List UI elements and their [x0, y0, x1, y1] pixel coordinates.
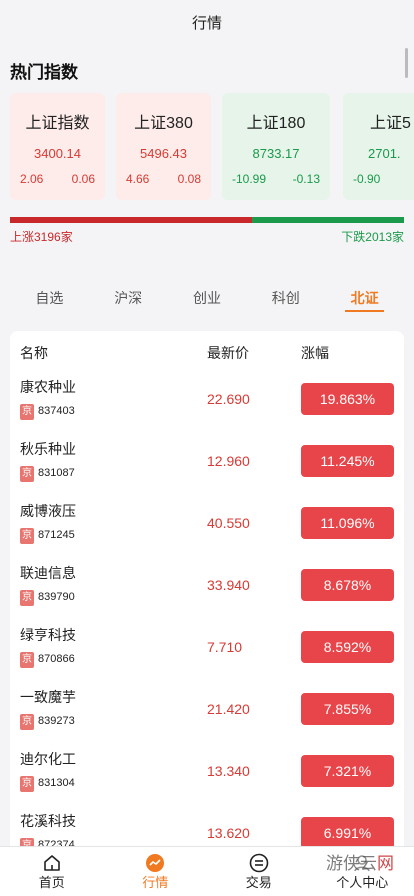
index-name: 上证380 [134, 115, 193, 132]
stock-price: 7.710 [207, 639, 243, 655]
index-change: 4.66 [126, 172, 150, 186]
stock-code: 870866 [38, 653, 75, 665]
nav-home[interactable]: 首页 [0, 847, 104, 896]
stock-code: 837403 [38, 405, 75, 417]
nav-market[interactable]: 行情 [104, 847, 208, 896]
header-price: 最新价 [207, 345, 249, 361]
home-icon [43, 855, 60, 871]
change-percent-badge: 7.855% [301, 693, 394, 725]
trade-icon [249, 853, 269, 873]
exchange-badge: 京 [20, 404, 34, 420]
stock-code: 871245 [38, 529, 75, 541]
table-row[interactable]: 迪尔化工 京 831304 13.340 7.321% [10, 743, 404, 805]
index-change: 2.06 [20, 172, 44, 186]
index-card[interactable]: 上证指数 3400.14 2.06 0.06 [10, 93, 105, 200]
index-card-carousel[interactable]: 上证指数 3400.14 2.06 0.06 上证380 5496.43 4.6… [10, 93, 414, 203]
index-change-percent: 0.06 [71, 172, 95, 186]
index-name: 上证180 [246, 115, 306, 132]
stock-name: 花溪科技 [20, 813, 76, 829]
index-change: -10.99 [232, 172, 267, 186]
change-percent-badge: 6.991% [301, 817, 394, 849]
tab-shanghai-shenzhen[interactable]: 沪深 [89, 284, 168, 316]
table-row[interactable]: 联迪信息 京 839790 33.940 8.678% [10, 557, 404, 619]
table-row[interactable]: 威博液压 京 871245 40.550 11.096% [10, 495, 404, 557]
header-name: 名称 [20, 345, 48, 361]
table-row[interactable]: 康农种业 京 837403 22.690 19.863% [10, 371, 404, 433]
change-percent-badge: 8.678% [301, 569, 394, 601]
stock-code: 839273 [38, 715, 75, 727]
stock-code: 839790 [38, 591, 75, 603]
stock-price: 13.340 [207, 763, 250, 779]
exchange-badge: 京 [20, 652, 34, 668]
hot-index-title: 热门指数 [10, 63, 78, 82]
stock-name: 秋乐种业 [20, 441, 76, 457]
change-percent-badge: 11.096% [301, 507, 394, 539]
stock-name: 绿亨科技 [20, 627, 76, 643]
fall-bar [251, 217, 404, 223]
nav-trade[interactable]: 交易 [207, 847, 311, 896]
stock-name: 一致魔芋 [20, 689, 76, 705]
stock-price: 40.550 [207, 515, 250, 531]
tab-watchlist[interactable]: 自选 [10, 284, 89, 316]
index-price: 8733.17 [252, 146, 300, 161]
table-header: 名称 最新价 涨幅 [10, 331, 404, 371]
page-title: 行情 [191, 14, 222, 32]
stock-name: 联迪信息 [20, 565, 76, 581]
nav-label: 行情 [142, 875, 169, 890]
table-row[interactable]: 秋乐种业 京 831087 12.960 11.245% [10, 433, 404, 495]
stock-price: 22.690 [207, 391, 250, 407]
rise-bar [10, 217, 252, 223]
scrollbar[interactable] [405, 48, 408, 78]
change-percent-badge: 8.592% [301, 631, 394, 663]
stock-name: 康农种业 [20, 379, 76, 395]
index-card[interactable]: 上证380 5496.43 4.66 0.08 [116, 93, 211, 200]
watermark-logo: 游侠云网 [324, 849, 396, 874]
market-icon [146, 854, 165, 872]
index-price: 5496.43 [140, 146, 187, 161]
stock-code: 831087 [38, 467, 75, 479]
fall-count-label: 下跌2013家 [341, 230, 404, 244]
stock-price: 33.940 [207, 577, 250, 593]
change-percent-badge: 11.245% [301, 445, 394, 477]
stock-name: 迪尔化工 [20, 751, 76, 767]
header-change: 涨幅 [301, 345, 329, 361]
tab-star-market[interactable]: 科创 [246, 284, 325, 316]
index-change: -0.90 [353, 172, 381, 186]
exchange-badge: 京 [20, 776, 34, 792]
nav-label: 个人中心 [336, 875, 389, 890]
exchange-badge: 京 [20, 528, 34, 544]
index-name: 上证指数 [25, 115, 90, 132]
stock-code: 831304 [38, 777, 75, 789]
index-card[interactable]: 上证180 8733.17 -10.99 -0.13 [222, 93, 330, 200]
index-change-percent: -0.13 [292, 172, 320, 186]
market-breadth-bar [10, 217, 404, 223]
stock-name: 威博液压 [20, 503, 76, 519]
exchange-badge: 京 [20, 590, 34, 606]
change-percent-badge: 19.863% [301, 383, 394, 415]
rise-count-label: 上涨3196家 [10, 230, 73, 244]
stock-price: 12.960 [207, 453, 250, 469]
nav-label: 首页 [38, 875, 65, 890]
tab-beijing[interactable]: 北证 [325, 284, 404, 316]
index-price: 2701. [368, 146, 401, 161]
market-tabs: 自选 沪深 创业 科创 北证 [10, 284, 404, 316]
stock-price: 21.420 [207, 701, 250, 717]
exchange-badge: 京 [20, 466, 34, 482]
change-percent-badge: 7.321% [301, 755, 394, 787]
tab-chinext[interactable]: 创业 [168, 284, 247, 316]
table-row[interactable]: 绿亨科技 京 870866 7.710 8.592% [10, 619, 404, 681]
index-price: 3400.14 [34, 146, 81, 161]
active-tab-indicator [345, 310, 384, 312]
page-header: 行情 [0, 0, 414, 44]
stock-table: 名称 最新价 涨幅 康农种业 京 837403 22.690 19.863% 秋… [10, 331, 404, 861]
index-change-percent: 0.08 [177, 172, 201, 186]
stock-price: 13.620 [207, 825, 250, 841]
exchange-badge: 京 [20, 714, 34, 730]
index-name: 上证5 [370, 115, 411, 132]
index-card[interactable]: 上证5 2701. -0.90 [343, 93, 414, 200]
table-row[interactable]: 一致魔芋 京 839273 21.420 7.855% [10, 681, 404, 743]
nav-label: 交易 [245, 875, 272, 890]
